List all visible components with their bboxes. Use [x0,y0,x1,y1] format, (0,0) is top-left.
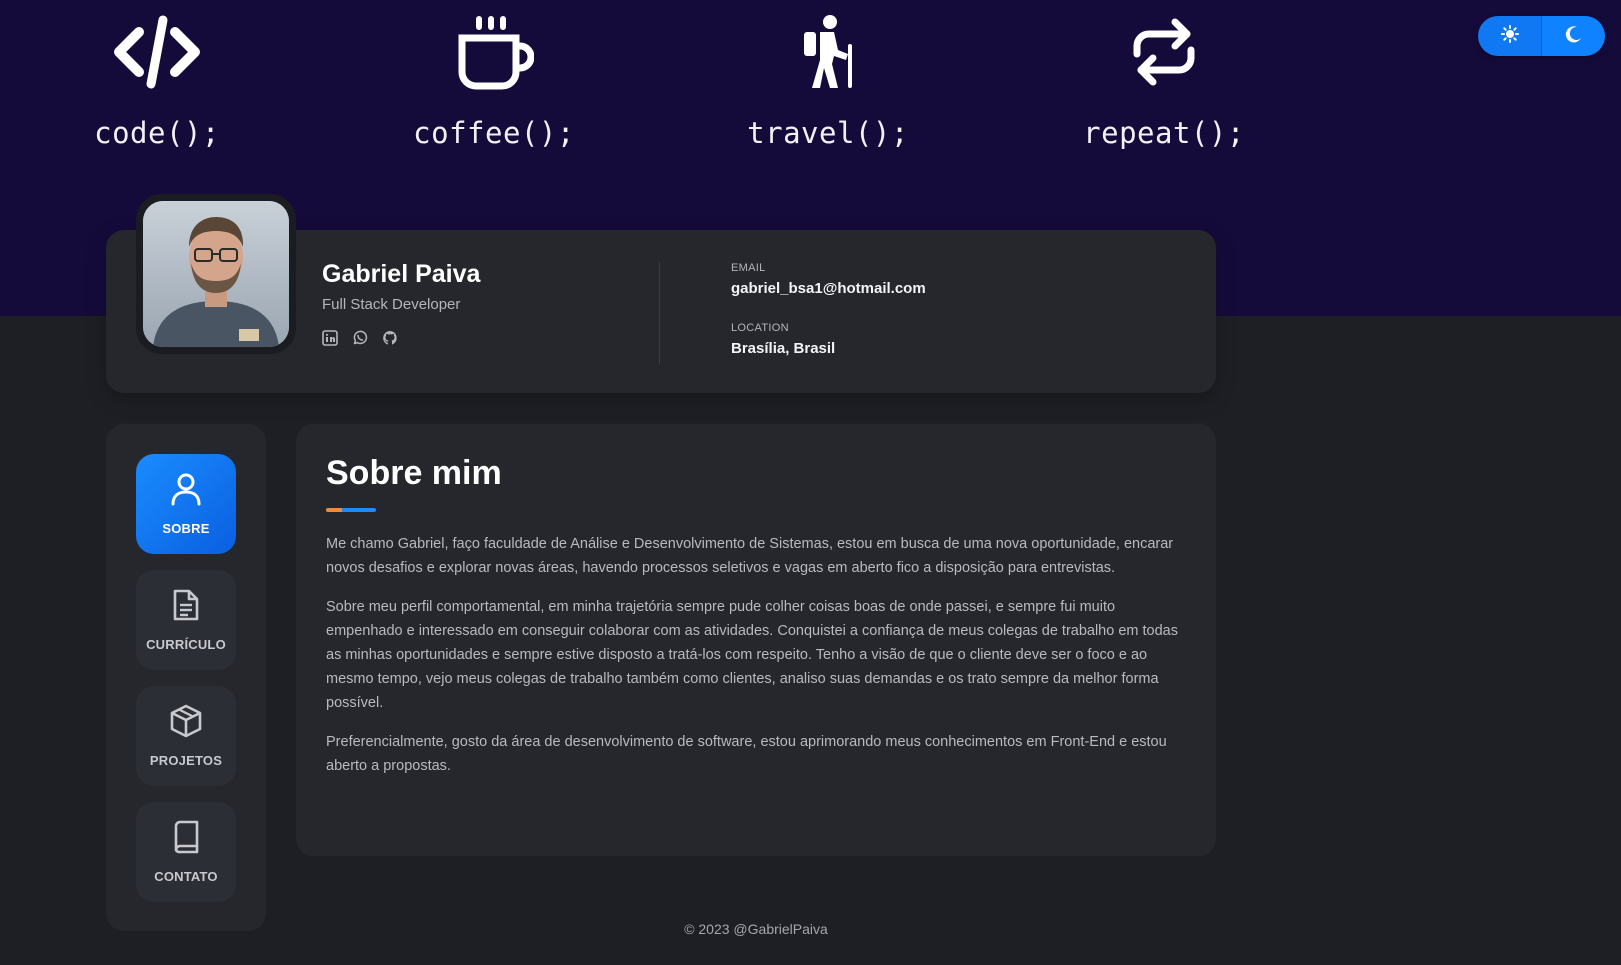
cube-icon [169,704,203,743]
motto-coffee: coffee(); [394,0,594,150]
about-paragraph: Preferencialmente, gosto da área de dese… [326,734,1167,774]
motto-label: coffee(); [413,116,575,150]
profile-divider [659,262,660,364]
nav-item-label: SOBRE [162,521,210,536]
email-value[interactable]: gabriel_bsa1@hotmail.com [731,280,926,297]
motto-label: repeat(); [1083,116,1245,150]
book-icon [171,820,201,859]
nav-item-label: PROJETOS [149,753,223,768]
social-links [322,330,398,346]
motto-travel: travel(); [728,0,928,150]
about-paragraph: Me chamo Gabriel, faço faculdade de Anál… [326,536,1174,576]
side-navigation: SOBRE CURRÍCULO PROJETOS CONTATO [106,424,266,931]
motto-label: code(); [94,116,220,150]
profile-card: Gabriel Paiva Full Stack Developer EMAIL… [106,194,1216,393]
dark-mode-button[interactable] [1542,16,1605,56]
title-underline [326,508,376,512]
nav-item-contato[interactable]: CONTATO [136,802,236,902]
user-icon [170,472,202,511]
email-label: EMAIL [731,262,766,274]
document-icon [171,588,201,627]
profile-name: Gabriel Paiva [322,260,481,288]
repeat-icon [1064,14,1264,90]
avatar [143,201,289,347]
nav-item-curriculo[interactable]: CURRÍCULO [136,570,236,670]
light-mode-button[interactable] [1478,16,1542,56]
linkedin-icon[interactable] [322,330,338,346]
motto-code: code(); [57,0,257,150]
nav-item-sobre[interactable]: SOBRE [136,454,236,554]
nav-item-projetos[interactable]: PROJETOS [136,686,236,786]
section-title: Sobre mim [326,454,502,492]
whatsapp-icon[interactable] [352,330,368,346]
about-section: Sobre mim Me chamo Gabriel, faço faculda… [296,424,1216,856]
location-label: LOCATION [731,322,789,334]
sun-icon [1500,24,1519,48]
coffee-cup-icon [394,14,594,90]
code-icon [57,14,257,90]
profile-role: Full Stack Developer [322,296,461,313]
nav-item-label: CONTATO [154,869,218,884]
location-value: Brasília, Brasil [731,340,836,357]
github-icon[interactable] [382,330,398,346]
hiker-icon [728,14,928,90]
footer-copyright: © 2023 @GabrielPaiva [684,921,828,937]
avatar-frame [136,194,296,354]
motto-label: travel(); [747,116,909,150]
about-paragraph: Sobre meu perfil comportamental, em minh… [326,599,1178,711]
theme-toggle[interactable] [1478,16,1605,56]
moon-icon [1565,25,1583,48]
nav-item-label: CURRÍCULO [146,637,226,652]
motto-repeat: repeat(); [1064,0,1264,150]
about-text: Me chamo Gabriel, faço faculdade de Anál… [326,532,1186,793]
